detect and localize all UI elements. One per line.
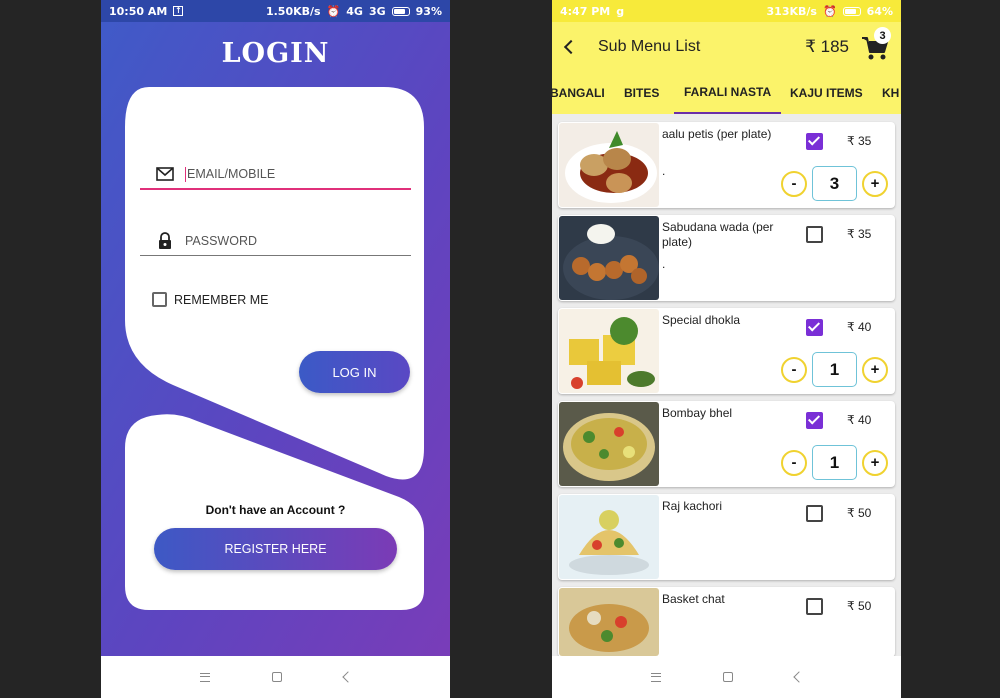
item-checkbox[interactable]: [806, 598, 823, 615]
increment-button[interactable]: +: [862, 449, 888, 476]
back-nav-icon[interactable]: [341, 671, 354, 683]
page-title: Sub Menu List: [598, 38, 701, 55]
list-item[interactable]: aalu petis (per plate) . ₹ 35 - 3 +: [558, 122, 895, 208]
login-button[interactable]: LOG IN: [299, 351, 410, 393]
list-item[interactable]: Basket chat ₹ 50: [558, 587, 895, 657]
no-account-text: Don't have an Account ?: [205, 503, 346, 517]
lock-icon: [155, 231, 175, 251]
list-item[interactable]: Bombay bhel ₹ 40 - 1 +: [558, 401, 895, 487]
tab-farali-nasta[interactable]: FARALI NASTA: [674, 72, 782, 114]
password-placeholder: PASSWORD: [185, 233, 257, 248]
checkbox-box[interactable]: [152, 292, 167, 307]
network-speed: 313KB/s: [766, 4, 817, 18]
item-checkbox[interactable]: [806, 133, 823, 150]
alarm-icon: ⏰: [822, 4, 837, 18]
remember-me-checkbox[interactable]: REMEMBER ME: [152, 292, 268, 307]
increment-button[interactable]: +: [862, 170, 888, 197]
list-item[interactable]: Raj kachori ₹ 50: [558, 494, 895, 580]
back-nav-icon[interactable]: [792, 671, 805, 683]
status-time: 4:47 PM: [560, 4, 611, 18]
item-description: .: [662, 257, 666, 271]
status-bar: 4:47 PM g 313KB/s ⏰ 64%: [552, 0, 901, 22]
item-checkbox[interactable]: [806, 319, 823, 336]
remember-me-label: REMEMBER ME: [174, 292, 269, 307]
item-price: ₹ 40: [847, 320, 872, 334]
battery-icon: [842, 6, 861, 16]
food-image: [559, 216, 659, 300]
tab-bangali[interactable]: BANGALI: [552, 72, 615, 114]
food-image: [559, 402, 659, 486]
home-icon[interactable]: [271, 672, 282, 682]
recents-icon[interactable]: [199, 672, 210, 682]
food-image: [559, 309, 659, 393]
item-name: aalu petis (per plate): [662, 127, 772, 141]
mail-icon: [155, 164, 175, 184]
email-field[interactable]: EMAIL/MOBILE: [140, 160, 411, 190]
tab-kaju-items[interactable]: KAJU ITEMS: [780, 72, 873, 114]
text-cursor: [185, 166, 186, 182]
decrement-button[interactable]: -: [781, 449, 807, 476]
cart-total: ₹ 185: [805, 37, 849, 56]
category-tabs: BANGALI BITES FARALI NASTA KAJU ITEMS KH: [552, 72, 901, 114]
item-price: ₹ 40: [847, 413, 872, 427]
quantity-value[interactable]: 3: [812, 166, 857, 201]
item-price: ₹ 50: [847, 506, 872, 520]
quantity-stepper: - 1 +: [781, 352, 888, 387]
cart-button[interactable]: 3: [861, 27, 891, 62]
sub-menu-screen: 4:47 PM g 313KB/s ⏰ 64% Sub Menu List ₹ …: [552, 0, 901, 698]
cart-count-badge: 3: [874, 27, 891, 44]
email-placeholder: EMAIL/MOBILE: [187, 167, 276, 181]
item-description: .: [662, 164, 666, 178]
system-nav-bar: [552, 656, 901, 698]
battery-level: 64%: [866, 4, 893, 18]
home-icon[interactable]: [722, 672, 733, 682]
item-name: Basket chat: [662, 592, 725, 606]
item-checkbox[interactable]: [806, 412, 823, 429]
quantity-value[interactable]: 1: [812, 352, 857, 387]
recents-icon[interactable]: [650, 672, 661, 682]
item-price: ₹ 35: [847, 227, 872, 241]
app-bar: Sub Menu List ₹ 185 3: [552, 22, 901, 72]
item-checkbox[interactable]: [806, 505, 823, 522]
item-name: Sabudana wada (per plate): [662, 220, 774, 249]
item-price: ₹ 50: [847, 599, 872, 613]
app-notification-icon: g: [616, 4, 625, 18]
food-image: [559, 123, 659, 207]
back-arrow-icon[interactable]: [563, 39, 579, 55]
increment-button[interactable]: +: [862, 356, 888, 383]
food-image: [559, 588, 659, 656]
item-name: Raj kachori: [662, 499, 723, 513]
tab-bites[interactable]: BITES: [614, 72, 669, 114]
decrement-button[interactable]: -: [781, 356, 807, 383]
item-checkbox[interactable]: [806, 226, 823, 243]
list-item[interactable]: Sabudana wada (per plate) . ₹ 35: [558, 215, 895, 301]
system-nav-bar: [101, 656, 450, 698]
login-card: [125, 87, 424, 610]
login-screen: 10:50 AM ↑ 1.50KB/s ⏰ 4G 3G 93% LOGIN EM…: [101, 0, 450, 698]
quantity-stepper: - 3 +: [781, 166, 888, 201]
tab-kh[interactable]: KH: [872, 72, 901, 114]
item-name: Bombay bhel: [662, 406, 733, 420]
list-item[interactable]: Special dhokla ₹ 40 - 1 +: [558, 308, 895, 394]
item-name: Special dhokla: [662, 313, 741, 327]
password-field[interactable]: PASSWORD: [140, 226, 411, 256]
decrement-button[interactable]: -: [781, 170, 807, 197]
menu-item-list: aalu petis (per plate) . ₹ 35 - 3 + Sabu…: [558, 122, 895, 664]
item-price: ₹ 35: [847, 134, 872, 148]
food-image: [559, 495, 659, 579]
quantity-value[interactable]: 1: [812, 445, 857, 480]
register-button[interactable]: REGISTER HERE: [154, 528, 397, 570]
quantity-stepper: - 1 +: [781, 445, 888, 480]
